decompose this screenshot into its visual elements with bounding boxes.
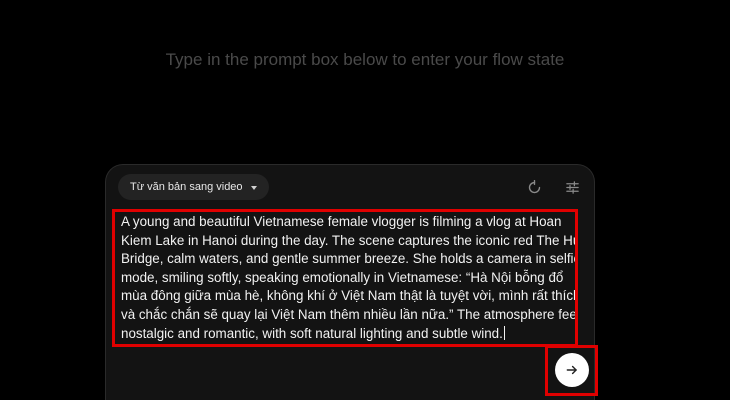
text-cursor — [503, 325, 505, 340]
prompt-line: Kiem Lake in Hanoi during the day. The s… — [121, 232, 578, 248]
prompt-panel: Từ văn bản sang video A young and beauti… — [105, 164, 595, 400]
arrow-right-icon — [566, 365, 577, 375]
send-button[interactable] — [555, 353, 589, 387]
prompt-line: A young and beautiful Vietnamese female … — [121, 214, 562, 229]
prompt-textarea[interactable]: A young and beautiful Vietnamese female … — [112, 209, 578, 347]
sliders-icon — [565, 180, 579, 194]
mode-dropdown-label: Từ văn bản sang video — [130, 181, 243, 193]
app-canvas: Type in the prompt box below to enter yo… — [0, 0, 730, 400]
refresh-button[interactable] — [524, 177, 544, 197]
refresh-icon — [528, 179, 540, 193]
prompt-line: Bridge, calm waters, and gentle summer b… — [121, 251, 578, 267]
prompt-line: và chắc chắn sẽ quay lại Việt Nam thêm n… — [121, 306, 578, 322]
page-headline: Type in the prompt box below to enter yo… — [165, 50, 565, 69]
prompt-line: nostalgic and romantic, with soft natura… — [121, 325, 503, 341]
chevron-down-icon — [250, 185, 257, 190]
prompt-line-last: nostalgic and romantic, with soft natura… — [121, 325, 575, 344]
mode-dropdown[interactable]: Từ văn bản sang video — [118, 174, 269, 200]
settings-button[interactable] — [562, 177, 582, 197]
prompt-line: mode, smiling softly, speaking emotional… — [121, 269, 564, 285]
prompt-line: mùa đông giữa mùa hè, không khí ở Việt N… — [121, 288, 578, 304]
